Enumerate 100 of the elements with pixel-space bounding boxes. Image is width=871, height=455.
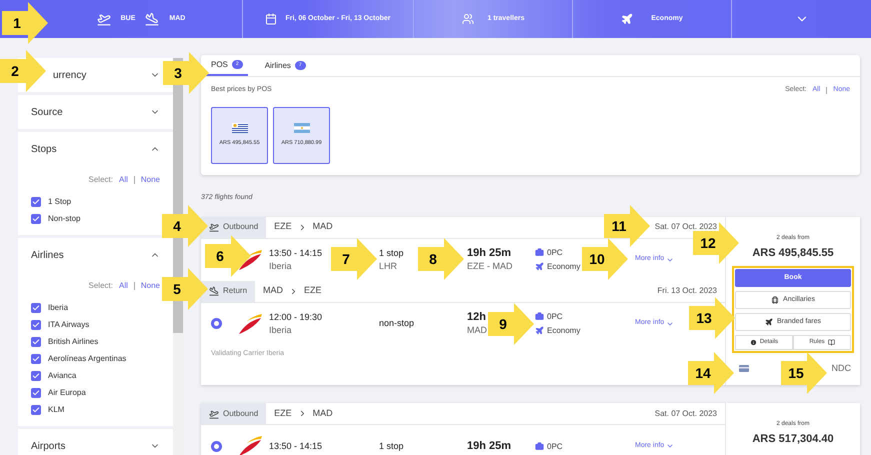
callout-marker: 2 xyxy=(0,50,46,92)
leg-date: Sat. 07 Oct. 2023 xyxy=(654,408,718,420)
callout-marker: 13 xyxy=(689,297,735,339)
route-origin: EZE xyxy=(274,220,292,234)
callout-marker: 11 xyxy=(604,205,650,247)
airline-name: Iberia xyxy=(269,260,292,272)
checkbox[interactable] xyxy=(31,405,41,415)
select-label: Select: xyxy=(88,174,113,186)
select-all-link[interactable]: All xyxy=(118,174,128,186)
plane-icon xyxy=(535,262,544,271)
filter-option[interactable]: ITA Airways xyxy=(48,319,90,331)
checkbox[interactable] xyxy=(31,337,41,347)
chevron-icon xyxy=(666,442,674,450)
checkbox[interactable] xyxy=(31,303,41,313)
filter-title[interactable]: urrency xyxy=(53,68,86,82)
check-icon xyxy=(32,372,40,380)
callout-marker: 7 xyxy=(331,238,377,280)
callout-marker: 15 xyxy=(781,352,827,394)
source-tag: NDC xyxy=(832,362,851,376)
luggage-icon xyxy=(771,296,780,304)
leg-label: Outbound xyxy=(223,408,258,420)
filter-option[interactable]: 1 Stop xyxy=(48,196,72,208)
filter-title[interactable]: Stops xyxy=(31,142,57,156)
route-origin: MAD xyxy=(263,284,284,298)
filter-option[interactable]: Non-stop xyxy=(48,213,80,225)
filter-option[interactable]: Aerolíneas Argentinas xyxy=(48,353,126,365)
callout-marker: 6 xyxy=(205,235,251,277)
landing-icon xyxy=(145,12,160,26)
check-icon xyxy=(32,355,40,363)
check-icon xyxy=(32,215,40,223)
select-none-link[interactable]: None xyxy=(140,174,160,186)
checkbox[interactable] xyxy=(31,371,41,381)
check-icon xyxy=(32,321,40,329)
info-icon xyxy=(750,339,757,346)
select-all-link[interactable]: All xyxy=(118,280,128,292)
leg-date: Sat. 07 Oct. 2023 xyxy=(654,221,718,233)
route-text: MAD xyxy=(467,324,487,336)
flight-times: 13:50 - 14:15 xyxy=(269,440,322,452)
route-destination: MAD xyxy=(312,220,333,234)
check-icon xyxy=(32,304,40,312)
callout-marker: 8 xyxy=(418,238,464,280)
route-destination: EZE xyxy=(304,284,322,298)
checkbox[interactable] xyxy=(31,354,41,364)
filter-option[interactable]: Iberia xyxy=(48,302,68,314)
radio-button[interactable] xyxy=(211,440,222,452)
filter-option[interactable]: British Airlines xyxy=(48,336,98,348)
check-icon xyxy=(32,198,40,206)
plane-icon xyxy=(209,286,219,296)
callout-marker: 5 xyxy=(162,268,208,310)
filter-option[interactable]: KLM xyxy=(48,404,64,416)
filter-option[interactable]: Avianca xyxy=(48,370,76,382)
flight-times: 12:00 - 19:30 xyxy=(269,310,322,324)
select-label: Select: xyxy=(88,280,113,292)
plane-icon xyxy=(535,326,544,335)
flag-icon xyxy=(232,122,248,133)
stops-text: 1 stop xyxy=(379,440,404,452)
callout-marker: 14 xyxy=(688,352,734,394)
airline-logo xyxy=(237,248,263,272)
leg-label: Return xyxy=(223,285,248,297)
check-icon xyxy=(32,406,40,414)
price-text: ARS 517,304.40 xyxy=(752,432,834,447)
price-text: ARS 495,845.55 xyxy=(752,246,834,260)
checkbox[interactable] xyxy=(31,197,41,207)
airline-name: Iberia xyxy=(269,324,292,336)
filter-title[interactable]: Source xyxy=(31,104,63,120)
callout-marker: 10 xyxy=(582,238,628,280)
checkbox[interactable] xyxy=(31,320,41,330)
check-icon xyxy=(32,338,40,346)
plane-icon xyxy=(621,13,634,25)
callout-marker: 1 xyxy=(2,2,48,44)
stops-text: non-stop xyxy=(379,317,414,330)
radio-button[interactable] xyxy=(211,318,222,329)
cabin-text: Economy xyxy=(547,325,580,337)
check-icon xyxy=(32,389,40,397)
duration-text: 19h 25m xyxy=(467,440,512,452)
callout-marker: 9 xyxy=(488,303,534,345)
filter-title[interactable]: Airlines xyxy=(31,248,64,262)
plane-icon xyxy=(209,408,219,418)
filter-title[interactable]: Airports xyxy=(31,438,66,454)
filter-option[interactable]: Air Europa xyxy=(48,387,86,399)
airline-logo xyxy=(237,434,263,455)
checkbox[interactable] xyxy=(31,388,41,398)
leg-label: Outbound xyxy=(223,221,258,233)
route-destination: MAD xyxy=(312,406,333,420)
airline-logo xyxy=(237,312,263,336)
select-none-link[interactable]: None xyxy=(140,280,160,292)
flight-times: 13:50 - 14:15 xyxy=(269,246,322,260)
baggage-text: 0PC xyxy=(547,247,563,259)
flag-icon xyxy=(294,122,310,133)
card-icon xyxy=(739,365,749,372)
checkbox[interactable] xyxy=(31,214,41,224)
leg-date: Fri. 13 Oct. 2023 xyxy=(657,285,718,297)
calendar-icon xyxy=(265,13,278,25)
bag-icon xyxy=(535,248,544,257)
people-icon xyxy=(462,13,474,25)
baggage-text: 0PC xyxy=(547,311,563,323)
plane-icon xyxy=(765,318,773,326)
callout-marker: 3 xyxy=(163,52,209,94)
bag-icon xyxy=(535,312,544,321)
baggage-text: 0PC xyxy=(547,440,563,452)
